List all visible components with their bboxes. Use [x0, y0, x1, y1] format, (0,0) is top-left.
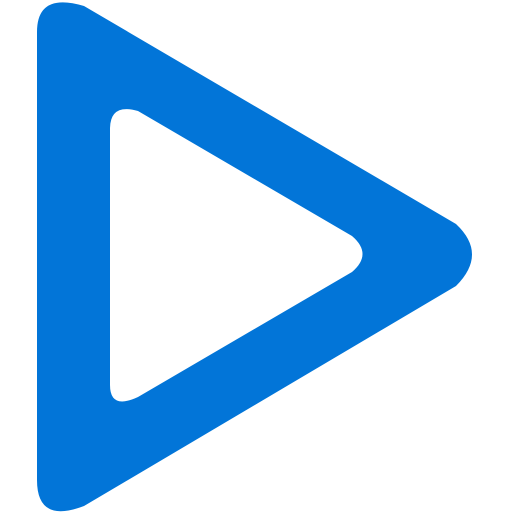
icon-canvas: [0, 0, 512, 512]
play-icon: [37, 2, 472, 512]
